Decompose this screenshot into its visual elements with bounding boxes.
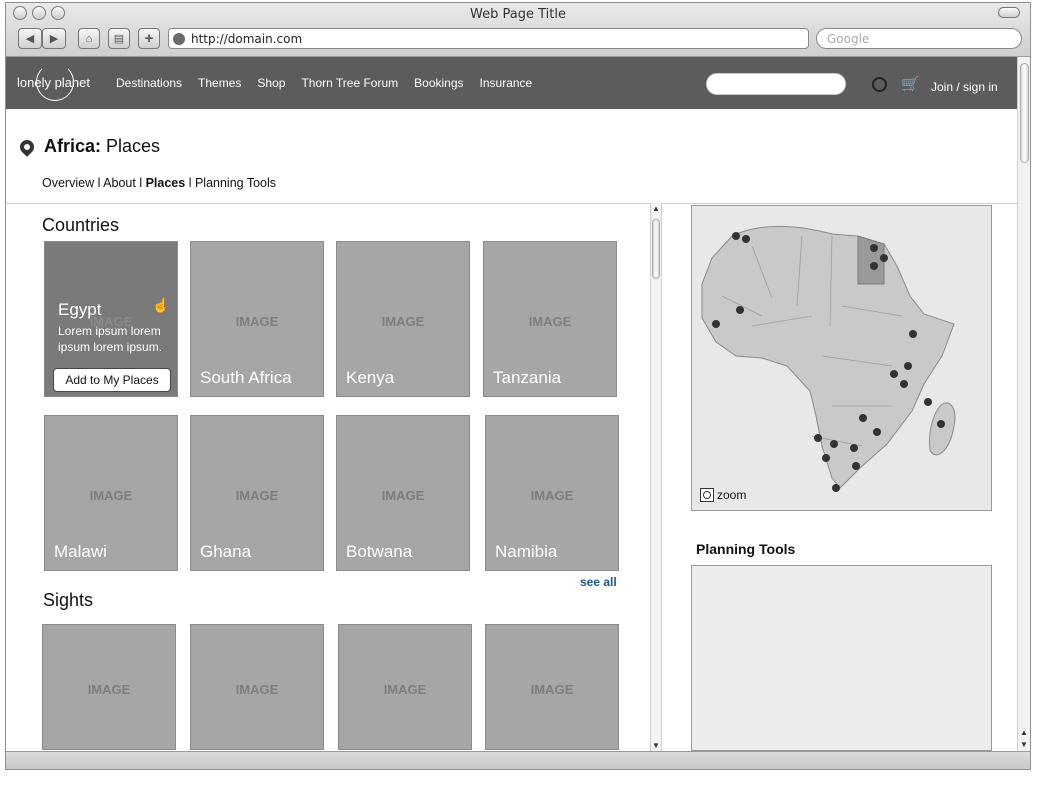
nav-shop[interactable]: Shop (257, 76, 285, 90)
address-bar[interactable]: http://domain.com (168, 28, 809, 49)
subnav-separator: l (139, 176, 143, 190)
country-name: Botwana (346, 542, 413, 561)
country-name: Egypt (58, 300, 102, 319)
image-placeholder: IMAGE (381, 488, 425, 503)
subnav-separator: l (97, 176, 101, 190)
countries-heading: Countries (42, 215, 120, 235)
plus-icon: + (144, 30, 154, 47)
site-globe-icon (173, 32, 185, 45)
add-bookmark-button[interactable]: + (138, 28, 160, 49)
country-name: Ghana (200, 542, 252, 561)
country-tile-namibia[interactable]: IMAGE Namibia (485, 415, 619, 571)
country-tile-kenya[interactable]: IMAGE Kenya (336, 241, 470, 397)
africa-map-graphic (701, 225, 956, 492)
page-scroll-down-arrow-icon[interactable]: ▼ (1020, 740, 1028, 749)
country-name: Namibia (495, 542, 558, 561)
print-button[interactable]: ▤ (108, 28, 130, 49)
page-title-region: Africa: (44, 136, 102, 156)
content-scrollbar[interactable]: ▲ ▼ (650, 203, 662, 751)
image-placeholder: IMAGE (87, 682, 131, 697)
sight-tile[interactable]: IMAGE (190, 624, 324, 750)
browser-toolbar: Web Page Title ◀ ▶ ⌂ ▤ + http://domain.c… (6, 3, 1030, 57)
image-placeholder: IMAGE (528, 314, 572, 329)
image-placeholder: IMAGE (530, 682, 574, 697)
nav-thorn-tree-forum[interactable]: Thorn Tree Forum (301, 76, 398, 90)
page-scroll-thumb[interactable] (1020, 63, 1029, 163)
page-title-section: Places (106, 136, 161, 156)
sight-tile[interactable]: IMAGE (338, 624, 472, 750)
page-scroll-up-arrow-icon[interactable]: ▲ (1020, 728, 1028, 737)
country-tile-ghana[interactable]: IMAGE Ghana (190, 415, 324, 571)
main-nav: Destinations Themes Shop Thorn Tree Foru… (116, 57, 532, 109)
join-sign-in-link[interactable]: Join / sign in (931, 80, 998, 94)
add-to-my-places-button[interactable]: Add to My Places (53, 368, 171, 392)
sight-tile[interactable]: IMAGE (485, 624, 619, 750)
scroll-down-arrow-icon[interactable]: ▼ (652, 741, 660, 750)
home-icon: ⌂ (85, 32, 93, 45)
planning-tools-heading: Planning Tools (696, 541, 796, 557)
sight-tile[interactable]: IMAGE (42, 624, 176, 750)
country-description: Lorem ipsum lorem ipsum lorem ipsum. (58, 324, 163, 354)
subnav-about[interactable]: About (103, 176, 136, 190)
africa-map[interactable]: zoom (691, 205, 992, 511)
subnav-overview[interactable]: Overview (42, 176, 94, 190)
image-placeholder: IMAGE (235, 314, 279, 329)
country-tile-south-africa[interactable]: IMAGE South Africa (190, 241, 324, 397)
zoom-magnifier-icon (700, 488, 714, 502)
map-zoom-control[interactable]: zoom (700, 488, 746, 502)
site-navbar: lonely planet Destinations Themes Shop T… (6, 57, 1017, 109)
hand-cursor-icon: ☝ (152, 297, 170, 313)
browser-status-bar (6, 751, 1030, 769)
sights-heading: Sights (43, 590, 94, 610)
url-text: http://domain.com (191, 31, 303, 46)
section-divider (6, 203, 1017, 204)
country-name: Malawi (54, 542, 107, 561)
country-tile-egypt[interactable]: IMAGE Egypt Lorem ipsum lorem ipsum lore… (44, 241, 178, 397)
nav-bookings[interactable]: Bookings (414, 76, 463, 90)
country-name: Tanzania (493, 368, 562, 387)
image-placeholder: IMAGE (89, 488, 133, 503)
country-name: Kenya (346, 368, 395, 387)
image-placeholder: IMAGE (235, 488, 279, 503)
browser-search-input[interactable]: Google (816, 28, 1022, 49)
image-placeholder: IMAGE (381, 314, 425, 329)
back-arrow-icon: ◀ (25, 33, 35, 45)
print-icon: ▤ (113, 33, 125, 45)
toolbar-toggle-button[interactable] (998, 7, 1020, 18)
subnav-planning-tools[interactable]: Planning Tools (195, 176, 276, 190)
country-name: South Africa (200, 368, 292, 387)
country-tile-tanzania[interactable]: IMAGE Tanzania (483, 241, 617, 397)
nav-destinations[interactable]: Destinations (116, 76, 182, 90)
home-button[interactable]: ⌂ (78, 28, 100, 49)
nav-themes[interactable]: Themes (198, 76, 241, 90)
subnav-separator: l (188, 176, 192, 190)
subnav-places[interactable]: Places (146, 176, 186, 190)
scroll-up-arrow-icon[interactable]: ▲ (652, 204, 660, 213)
site-search-input[interactable] (706, 73, 846, 95)
country-tile-malawi[interactable]: IMAGE Malawi (44, 415, 178, 571)
image-placeholder: IMAGE (383, 682, 427, 697)
page-scrollbar[interactable]: ▲ ▼ (1017, 57, 1030, 751)
forward-button[interactable]: ▶ (42, 28, 66, 49)
country-tile-botwana[interactable]: IMAGE Botwana (336, 415, 470, 571)
section-subnav: Overview l About l Places l Planning Too… (42, 176, 276, 190)
back-button[interactable]: ◀ (18, 28, 42, 49)
globe-icon[interactable] (872, 77, 887, 92)
see-all-countries-link[interactable]: see all (580, 575, 617, 589)
planning-tools-panel (691, 565, 992, 751)
zoom-label: zoom (717, 488, 747, 502)
location-pin-icon (17, 136, 37, 157)
cart-icon[interactable]: 🛒 (901, 75, 920, 93)
browser-window: Web Page Title ◀ ▶ ⌂ ▤ + http://domain.c… (5, 2, 1031, 770)
nav-insurance[interactable]: Insurance (480, 76, 533, 90)
window-title: Web Page Title (470, 7, 566, 22)
page-title: Africa: Places (17, 136, 161, 157)
image-placeholder: IMAGE (235, 682, 279, 697)
forward-arrow-icon: ▶ (49, 33, 59, 45)
site-logo[interactable]: lonely planet (17, 75, 90, 90)
image-placeholder: IMAGE (530, 488, 574, 503)
content-scroll-thumb[interactable] (652, 219, 660, 279)
